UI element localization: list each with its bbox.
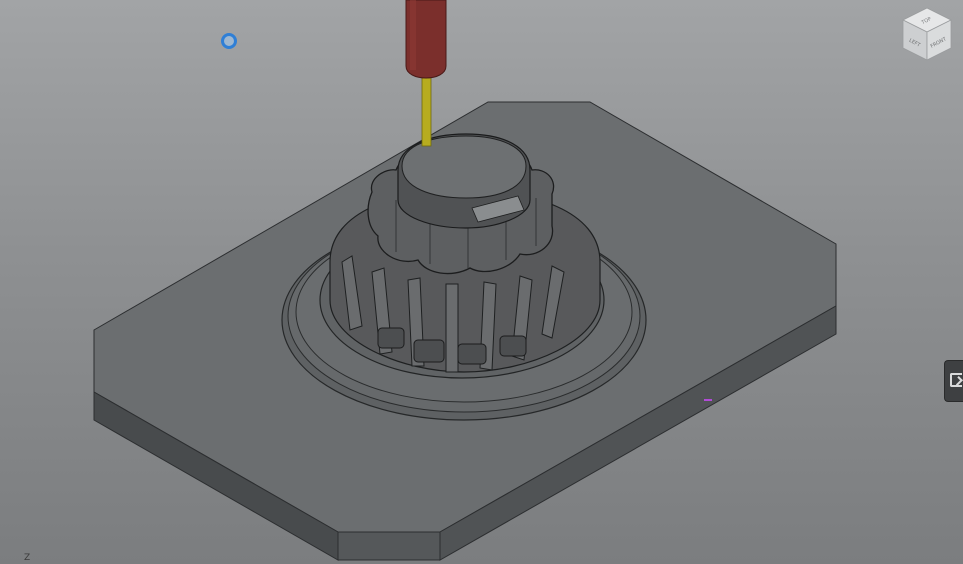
toolpath-marker <box>704 399 712 401</box>
panel-collapse-icon <box>950 373 962 387</box>
side-panel-toggle[interactable] <box>944 360 963 402</box>
cutting-tool[interactable] <box>405 0 447 147</box>
orbit-pivot-icon[interactable] <box>221 33 237 49</box>
stock-front-side <box>337 531 441 561</box>
viewcube[interactable]: TOP LEFT FRONT <box>897 4 957 66</box>
cam-scene[interactable] <box>0 0 963 564</box>
part-top-boss[interactable] <box>397 133 531 229</box>
axis-indicator-label: Z <box>24 553 31 563</box>
3d-viewport[interactable]: TOP LEFT FRONT Z <box>0 0 963 564</box>
tool-shank <box>421 73 432 147</box>
